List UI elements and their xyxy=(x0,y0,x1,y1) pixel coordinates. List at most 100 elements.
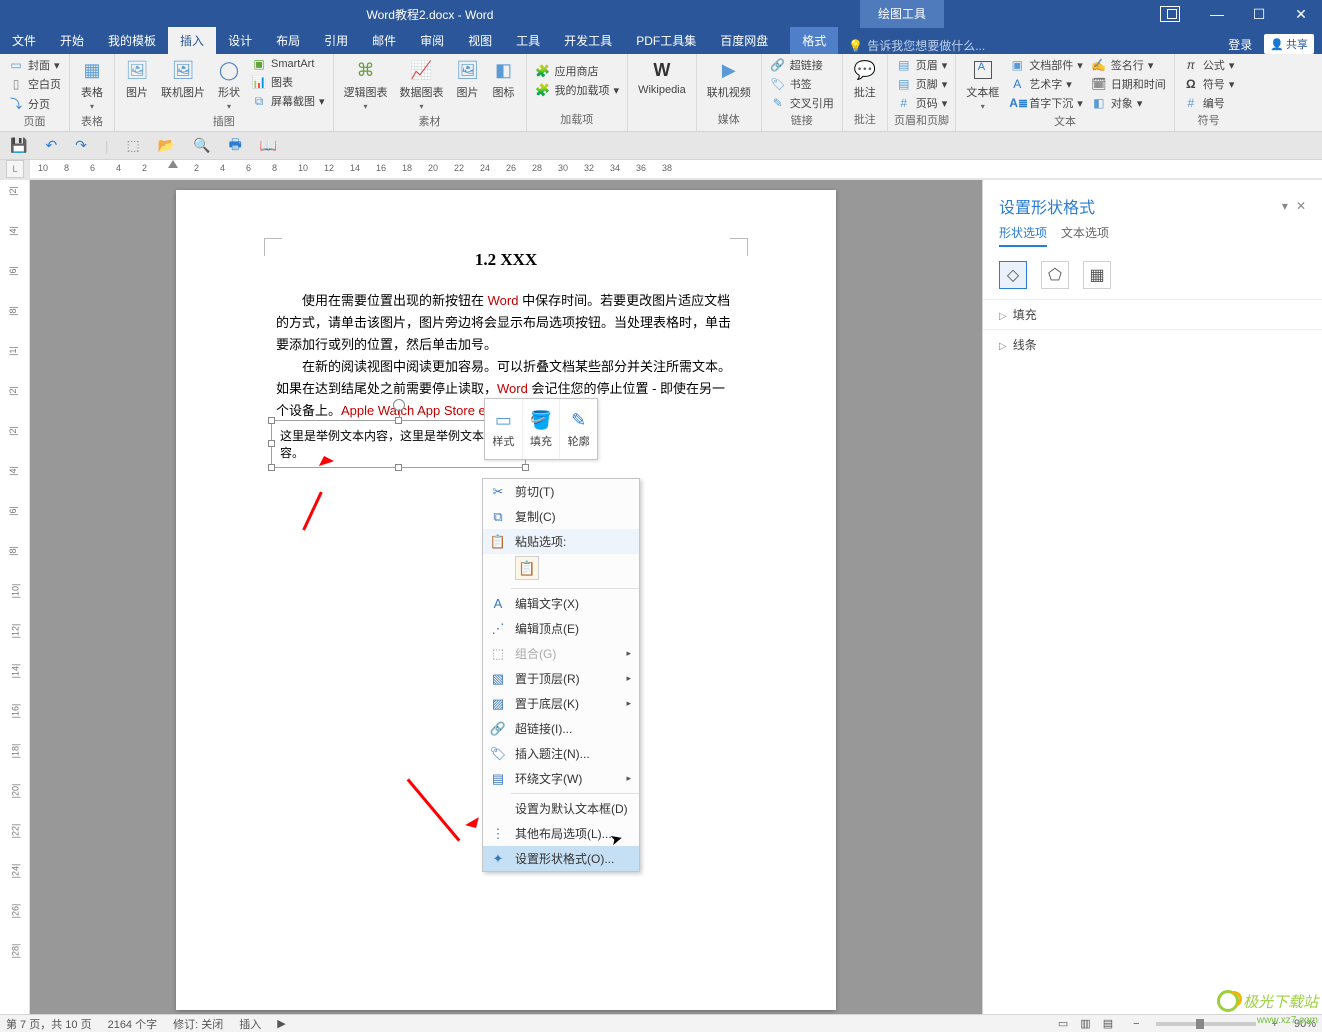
online-picture-button[interactable]: 🖼联机图片 xyxy=(157,56,209,102)
number-button[interactable]: #编号 xyxy=(1181,94,1237,112)
cm-insert-caption[interactable]: 🏷插入题注(N)... xyxy=(483,741,639,766)
cm-cut[interactable]: ✂剪切(T) xyxy=(483,479,639,504)
pane-tab-shape-options[interactable]: 形状选项 xyxy=(999,224,1047,247)
cm-bring-to-front[interactable]: ▧置于顶层(R)▸ xyxy=(483,666,639,691)
qat-save-icon[interactable]: 💾 xyxy=(10,137,27,154)
tab-baidunetdisk[interactable]: 百度网盘 xyxy=(708,27,780,54)
cm-wrap-text[interactable]: ▤环绕文字(W)▸ xyxy=(483,766,639,791)
tab-layout[interactable]: 布局 xyxy=(264,27,312,54)
smartart-button[interactable]: ▣SmartArt xyxy=(249,56,327,72)
status-word-count[interactable]: 2164 个字 xyxy=(108,1016,158,1032)
resize-handle[interactable] xyxy=(268,417,275,424)
picture-button[interactable]: 🖼图片 xyxy=(121,56,153,102)
qat-undo-icon[interactable]: ↶ xyxy=(45,137,57,154)
resize-handle[interactable] xyxy=(268,440,275,447)
datetime-button[interactable]: 🗓日期和时间 xyxy=(1089,75,1168,93)
pagenum-button[interactable]: #页码 ▾ xyxy=(894,94,950,112)
pane-fill-line-icon[interactable]: ◇ xyxy=(999,261,1027,289)
header-button[interactable]: ▤页眉 ▾ xyxy=(894,56,950,74)
footer-button[interactable]: ▤页脚 ▾ xyxy=(894,75,950,93)
my-addins-button[interactable]: 🧩我的加载项 ▾ xyxy=(533,81,622,99)
status-page[interactable]: 第 7 页，共 10 页 xyxy=(6,1016,92,1032)
cm-send-to-back[interactable]: ▨置于底层(K)▸ xyxy=(483,691,639,716)
tab-insert[interactable]: 插入 xyxy=(168,27,216,54)
material-picture-button[interactable]: 🖼图片 xyxy=(452,56,484,102)
resize-handle[interactable] xyxy=(395,464,402,471)
tell-me-search[interactable]: 💡告诉我您想要做什么... xyxy=(838,37,1228,54)
resize-handle[interactable] xyxy=(522,464,529,471)
qat-print-icon[interactable]: 🖶 xyxy=(229,134,242,158)
comment-button[interactable]: 💬批注 xyxy=(849,56,881,102)
share-button[interactable]: 👤共享 xyxy=(1264,34,1314,54)
equation-button[interactable]: π公式 ▾ xyxy=(1181,56,1237,74)
ruler-corner[interactable]: L xyxy=(6,160,24,178)
tab-format-context[interactable]: 格式 xyxy=(790,27,838,54)
tab-review[interactable]: 审阅 xyxy=(408,27,456,54)
cm-copy[interactable]: ⧉复制(C) xyxy=(483,504,639,529)
cm-format-shape[interactable]: ✦设置形状格式(O)... xyxy=(483,846,639,871)
tab-pdftools[interactable]: PDF工具集 xyxy=(624,27,708,54)
view-web-icon[interactable]: ▤ xyxy=(1099,1017,1117,1030)
status-insert-mode[interactable]: 插入 xyxy=(239,1016,261,1032)
tab-references[interactable]: 引用 xyxy=(312,27,360,54)
dropcap-button[interactable]: A≣首字下沉 ▾ xyxy=(1007,94,1085,112)
pane-accordion-fill[interactable]: ▷填充 xyxy=(983,299,1322,329)
pane-size-properties-icon[interactable]: ▦ xyxy=(1083,261,1111,289)
textbox-button[interactable]: A文本框▾ xyxy=(962,56,1003,113)
material-icon-button[interactable]: ◧图标 xyxy=(488,56,520,102)
logic-chart-button[interactable]: ⌘逻辑图表▾ xyxy=(340,56,392,113)
signature-line-button[interactable]: ✍签名行 ▾ xyxy=(1089,56,1168,74)
resize-handle[interactable] xyxy=(268,464,275,471)
tab-developer[interactable]: 开发工具 xyxy=(552,27,624,54)
vertical-ruler[interactable]: |2||4||6||8||1||2||2||4||6||8||10||12||1… xyxy=(0,180,30,1014)
screenshot-button[interactable]: ⧉屏幕截图 ▾ xyxy=(249,92,327,110)
tab-home[interactable]: 开始 xyxy=(48,27,96,54)
tab-mytemplates[interactable]: 我的模板 xyxy=(96,27,168,54)
mini-style-button[interactable]: ▭样式 xyxy=(485,399,523,459)
cm-edit-text[interactable]: A编辑文字(X) xyxy=(483,591,639,616)
blank-page-button[interactable]: ▯空白页 xyxy=(6,75,63,93)
page-break-button[interactable]: ⤵分页 xyxy=(6,94,63,113)
qat-dictionary-icon[interactable]: 📖 xyxy=(260,137,277,154)
pane-close-icon[interactable]: ✕ xyxy=(1296,199,1306,213)
qat-touch-icon[interactable]: ⬚ xyxy=(127,137,140,154)
online-video-button[interactable]: ▶联机视频 xyxy=(703,56,755,102)
view-read-icon[interactable]: ▭ xyxy=(1054,1017,1072,1030)
tab-tools[interactable]: 工具 xyxy=(504,27,552,54)
paste-option-keep-source[interactable]: 📋 xyxy=(515,556,539,580)
store-button[interactable]: 🧩应用商店 xyxy=(533,62,622,80)
ribbon-display-options-icon[interactable] xyxy=(1160,6,1180,22)
pane-dropdown-icon[interactable]: ▾ xyxy=(1282,199,1288,213)
zoom-slider-thumb[interactable] xyxy=(1196,1019,1204,1029)
status-macro-icon[interactable]: ▶ xyxy=(277,1017,285,1030)
mini-fill-button[interactable]: 🪣填充 xyxy=(523,399,561,459)
hyperlink-button[interactable]: 🔗超链接 xyxy=(768,56,836,74)
cover-page-button[interactable]: ▭封面 ▾ xyxy=(6,56,63,74)
chart-button[interactable]: 📊图表 xyxy=(249,73,327,91)
data-chart-button[interactable]: 📈数据图表▾ xyxy=(396,56,448,113)
zoom-slider[interactable] xyxy=(1156,1022,1256,1026)
cm-hyperlink[interactable]: 🔗超链接(I)... xyxy=(483,716,639,741)
resize-handle[interactable] xyxy=(395,417,402,424)
wordart-button[interactable]: A艺术字 ▾ xyxy=(1007,75,1085,93)
zoom-out-button[interactable]: − xyxy=(1133,1018,1139,1030)
status-track-changes[interactable]: 修订: 关闭 xyxy=(173,1016,223,1032)
pane-tab-text-options[interactable]: 文本选项 xyxy=(1061,224,1109,247)
login-link[interactable]: 登录 xyxy=(1228,36,1252,53)
tab-mailings[interactable]: 邮件 xyxy=(360,27,408,54)
bookmark-button[interactable]: 🏷书签 xyxy=(768,75,836,93)
minimize-button[interactable]: — xyxy=(1196,6,1238,23)
qat-print-preview-icon[interactable]: 🔍 xyxy=(193,137,210,154)
doc-parts-button[interactable]: ▣文档部件 ▾ xyxy=(1007,56,1085,74)
tab-design[interactable]: 设计 xyxy=(216,27,264,54)
symbol-button[interactable]: Ω符号 ▾ xyxy=(1181,75,1237,93)
crossref-button[interactable]: ✎交叉引用 xyxy=(768,94,836,112)
qat-open-icon[interactable]: 📂 xyxy=(158,137,175,154)
wikipedia-button[interactable]: WWikipedia xyxy=(634,56,690,98)
tab-file[interactable]: 文件 xyxy=(0,27,48,54)
view-print-icon[interactable]: ▥ xyxy=(1076,1017,1094,1030)
pane-effects-icon[interactable]: ⬠ xyxy=(1041,261,1069,289)
cm-more-layout-options[interactable]: ⋮其他布局选项(L)... xyxy=(483,821,639,846)
qat-redo-icon[interactable]: ↷ xyxy=(75,137,87,154)
cm-set-default-textbox[interactable]: 设置为默认文本框(D) xyxy=(483,796,639,821)
